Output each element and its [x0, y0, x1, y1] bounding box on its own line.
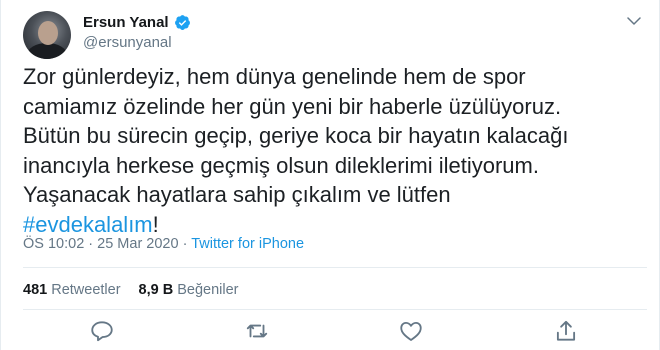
action-bar — [1, 318, 660, 346]
retweets-stat[interactable]: 481 Retweetler — [23, 282, 121, 298]
tweet-line: inancıyla herkese geçmiş olsun dilekleri… — [23, 152, 539, 178]
tweet-text: Zor günlerdeyiz, hem dünya genelinde hem… — [23, 62, 639, 239]
avatar[interactable] — [23, 11, 71, 59]
retweets-count: 481 — [23, 282, 48, 298]
tweet-line: Bütün bu sürecin geçip, geriye koca bir … — [23, 123, 569, 148]
likes-count: 8,9 B — [138, 282, 174, 298]
tweet-card: Ersun Yanal @ersunyanal Zor günlerdeyiz,… — [0, 0, 660, 350]
tweet-line: camiamız özelinde her gün yeni bir haber… — [23, 93, 562, 119]
share-icon[interactable] — [553, 318, 579, 344]
tweet-line: Zor günlerdeyiz, hem dünya genelinde hem… — [23, 64, 526, 89]
hashtag-link[interactable]: #evdekalalım — [23, 212, 153, 237]
divider — [23, 309, 647, 310]
divider — [23, 267, 647, 268]
avatar-face — [38, 21, 58, 45]
tweet-trailing: ! — [152, 211, 159, 237]
author-handle[interactable]: @ersunyanal — [83, 34, 172, 51]
author-name[interactable]: Ersun Yanal — [83, 14, 169, 31]
likes-stat[interactable]: 8,9 B Beğeniler — [139, 282, 239, 298]
tweet-line-last: #evdekalalım! — [23, 210, 639, 240]
reply-icon[interactable] — [89, 318, 115, 344]
like-icon[interactable] — [398, 318, 424, 344]
engagement-stats: 481 Retweetler 8,9 B Beğeniler — [23, 282, 239, 298]
timestamp[interactable]: ÖS 10:02 · 25 Mar 2020 · — [23, 236, 191, 252]
tweet-line: Yaşanacak hayatlara sahip çıkalım ve lüt… — [23, 182, 451, 207]
verified-badge-icon — [174, 15, 190, 30]
likes-label: Beğeniler — [173, 282, 239, 298]
chevron-down-icon[interactable] — [625, 12, 643, 30]
retweets-label: Retweetler — [47, 282, 121, 298]
retweet-icon[interactable] — [244, 318, 270, 344]
avatar-coat — [27, 43, 67, 59]
tweet-meta: ÖS 10:02 · 25 Mar 2020 · Twitter for iPh… — [23, 236, 304, 252]
source-link[interactable]: Twitter for iPhone — [191, 236, 304, 252]
author-name-row: Ersun Yanal — [83, 14, 191, 31]
